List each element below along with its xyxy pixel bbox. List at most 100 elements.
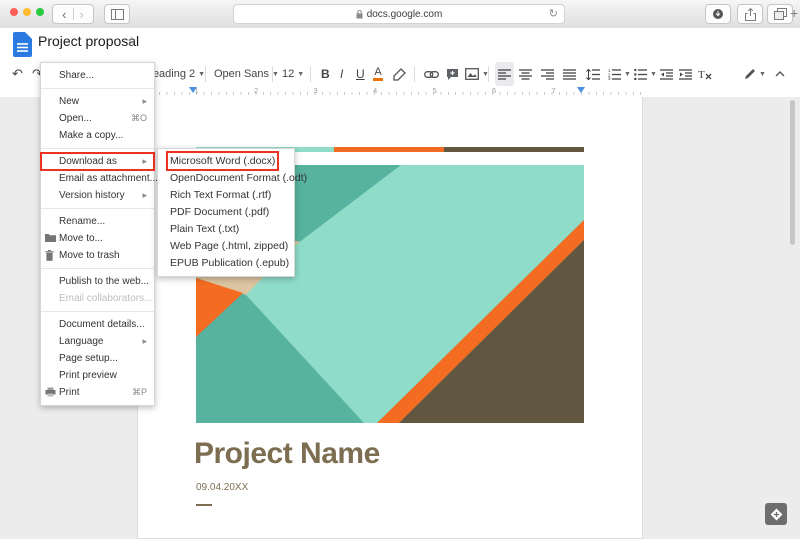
menu-separator	[41, 148, 154, 149]
file-menu-item-document-details[interactable]: Document details...	[41, 316, 154, 333]
bulleted-list-icon	[634, 69, 647, 80]
ruler-strip[interactable]: 1234567	[137, 86, 643, 97]
scrollbar-thumb[interactable]	[790, 100, 795, 245]
file-menu-item-make-a-copy[interactable]: Make a copy...	[41, 127, 154, 144]
star-icon[interactable]: ☆	[126, 34, 137, 48]
undo-icon[interactable]: ↶	[12, 62, 23, 86]
document-date[interactable]: 09.04.20XX	[196, 482, 248, 493]
submenu-item-label: Web Page (.html, zipped)	[170, 240, 288, 252]
icon-slot	[45, 216, 56, 227]
file-menu-item-print-preview[interactable]: Print preview	[41, 367, 154, 384]
insert-link-button[interactable]	[424, 62, 439, 86]
ruler-number: 1	[195, 86, 199, 95]
divider	[73, 8, 74, 20]
forward-icon[interactable]: ›	[80, 7, 84, 22]
add-comment-button[interactable]	[446, 62, 459, 86]
highlight-button[interactable]	[393, 62, 406, 86]
stripe-segment-olive_brown	[444, 147, 584, 152]
sidebar-button[interactable]	[104, 4, 130, 24]
icon-slot	[45, 293, 56, 304]
decrease-indent-button[interactable]	[660, 62, 673, 86]
file-menu-item-share[interactable]: Share...	[41, 67, 154, 84]
share-page-button[interactable]	[737, 4, 763, 24]
new-tab-button[interactable]: +	[790, 5, 798, 21]
text-color-button[interactable]: A	[373, 62, 383, 86]
download-option-microsoft-word-docx[interactable]: Microsoft Word (.docx)	[158, 153, 294, 170]
bold-button[interactable]: B	[321, 62, 330, 86]
align-left-button[interactable]	[495, 62, 514, 86]
ruler-number: 7	[552, 86, 556, 95]
increase-indent-button[interactable]	[679, 62, 692, 86]
collapse-toolbar-button[interactable]	[775, 62, 785, 86]
right-indent-marker[interactable]	[577, 87, 585, 93]
numbered-list-button[interactable]: 123 ▼	[608, 62, 631, 86]
printer-icon	[45, 387, 56, 398]
pencil-icon	[744, 68, 756, 80]
file-menu-item-email-collaborators[interactable]: Email collaborators...	[41, 290, 154, 307]
app-window: ‹ › docs.google.com ↻	[0, 0, 800, 539]
file-menu-item-rename[interactable]: Rename...	[41, 213, 154, 230]
file-menu-item-new[interactable]: New▸	[41, 93, 154, 110]
icon-slot	[45, 336, 56, 347]
increase-indent-icon	[679, 69, 692, 80]
zoom-window-button[interactable]	[36, 8, 44, 16]
line-spacing-button[interactable]	[586, 62, 600, 86]
sidebar-icon	[111, 9, 124, 20]
back-icon[interactable]: ‹	[62, 7, 66, 22]
google-docs-logo-icon[interactable]	[13, 32, 32, 57]
file-menu-item-page-setup[interactable]: Page setup...	[41, 350, 154, 367]
font-select[interactable]: Open Sans▼	[214, 62, 279, 86]
numbered-list-icon: 123	[608, 69, 621, 80]
address-bar[interactable]: docs.google.com ↻	[233, 4, 565, 24]
document-title[interactable]: Project proposal	[38, 33, 139, 49]
download-option-web-page-html-zipped[interactable]: Web Page (.html, zipped)	[158, 238, 294, 255]
back-forward-buttons[interactable]: ‹ ›	[52, 4, 94, 24]
file-menu-item-move-to[interactable]: Move to...	[41, 230, 154, 247]
download-option-rich-text-format-rtf[interactable]: Rich Text Format (.rtf)	[158, 187, 294, 204]
file-menu-item-open[interactable]: Open...⌘O	[41, 110, 154, 127]
file-menu-item-version-history[interactable]: Version history▸	[41, 187, 154, 204]
explore-button[interactable]	[765, 503, 787, 525]
menu-item-label: Share...	[59, 70, 94, 81]
minimize-window-button[interactable]	[23, 8, 31, 16]
document-heading[interactable]: Project Name	[194, 437, 380, 471]
download-option-plain-text-txt[interactable]: Plain Text (.txt)	[158, 221, 294, 238]
chevron-down-icon: ▼	[272, 71, 279, 78]
submenu-arrow-icon: ▸	[142, 153, 147, 170]
underline-button[interactable]: U	[356, 62, 365, 86]
file-menu-item-publish-to-the-web[interactable]: Publish to the web...	[41, 273, 154, 290]
italic-button[interactable]: I	[340, 62, 343, 86]
editing-mode-button[interactable]: ▼	[744, 62, 766, 86]
text-color-a: A	[374, 67, 381, 77]
insert-image-button[interactable]: ▼	[465, 62, 489, 86]
download-option-epub-publication-epub[interactable]: EPUB Publication (.epub)	[158, 255, 294, 272]
close-window-button[interactable]	[10, 8, 18, 16]
trash-icon	[45, 250, 56, 261]
menu-separator	[41, 208, 154, 209]
downloads-button[interactable]	[705, 4, 731, 24]
download-option-opendocument-format-odt[interactable]: OpenDocument Format (.odt)	[158, 170, 294, 187]
download-option-pdf-document-pdf[interactable]: PDF Document (.pdf)	[158, 204, 294, 221]
file-menu-item-email-as-attachment[interactable]: Email as attachment...	[41, 170, 154, 187]
text-color-swatch	[373, 78, 383, 81]
align-right-button[interactable]	[541, 62, 554, 86]
align-center-icon	[519, 69, 532, 80]
align-justify-button[interactable]	[563, 62, 576, 86]
bulleted-list-button[interactable]: ▼	[634, 62, 657, 86]
file-menu-item-move-to-trash[interactable]: Move to trash	[41, 247, 154, 264]
font-size-select[interactable]: 12▼	[282, 62, 304, 86]
submenu-item-label: OpenDocument Format (.odt)	[170, 172, 307, 184]
reload-icon[interactable]: ↻	[549, 7, 558, 20]
align-justify-icon	[563, 69, 576, 80]
file-menu-item-print[interactable]: Print⌘P	[41, 384, 154, 401]
align-center-button[interactable]	[519, 62, 532, 86]
clear-formatting-button[interactable]: T	[698, 62, 712, 86]
file-menu-item-language[interactable]: Language▸	[41, 333, 154, 350]
file-menu: Share... New▸Open...⌘OMake a copy... Downl…	[40, 62, 155, 406]
docs-header: Project proposal ☆ FileEditViewInsertFor…	[0, 28, 800, 62]
menu-item-label: Open...	[59, 113, 92, 124]
file-menu-item-download-as[interactable]: Download as▸	[41, 153, 154, 170]
ruler-ticks	[137, 92, 643, 95]
icon-slot	[45, 190, 56, 201]
submenu-item-label: EPUB Publication (.epub)	[170, 257, 289, 269]
